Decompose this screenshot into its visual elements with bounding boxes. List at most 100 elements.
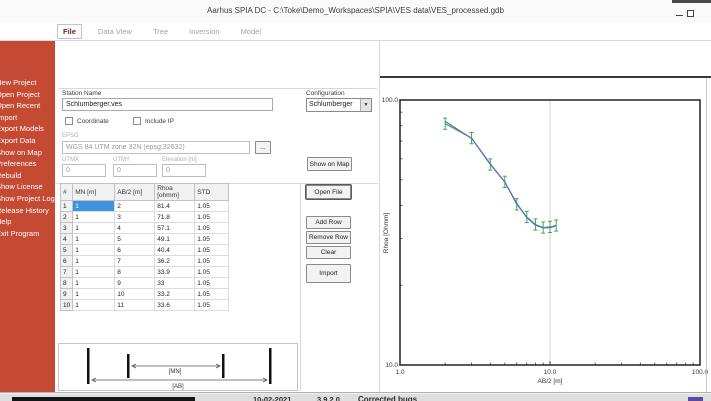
ab-arrow: [91, 377, 268, 383]
sidebar-item-release-history[interactable]: Release History: [0, 205, 55, 217]
table-cell[interactable]: 33.2: [154, 288, 196, 300]
row-header[interactable]: 10: [59, 299, 74, 311]
configuration-value: Schlumberger: [309, 101, 353, 108]
row-header[interactable]: 2: [59, 211, 74, 223]
tab-tree[interactable]: Tree: [148, 25, 173, 38]
table-cell[interactable]: 11: [114, 299, 156, 311]
table-cell[interactable]: 7: [114, 255, 156, 267]
sidebar-item-export-data[interactable]: Export Data: [0, 135, 55, 147]
table-cell[interactable]: 71.8: [154, 211, 196, 223]
row-header[interactable]: 6: [59, 255, 74, 267]
remove-row-button[interactable]: Remove Row: [306, 231, 351, 244]
table-cell[interactable]: 1.05: [194, 299, 230, 311]
sidebar-item-export-models[interactable]: Export Models: [0, 123, 55, 135]
table-cell[interactable]: 6: [114, 244, 156, 256]
measurement-table[interactable]: # MN [m] AB/2 [m] Rhoa [ohmm] STD 1 1 2 81.4 1.05…: [59, 183, 230, 311]
sidebar-item-show-license[interactable]: Show License: [0, 181, 55, 193]
chevron-down-icon[interactable]: ▼: [360, 99, 371, 111]
chart-panel-right-border: [706, 78, 707, 392]
sidebar-item-exit-program[interactable]: Exit Program: [0, 228, 55, 240]
table-cell[interactable]: 1.05: [194, 211, 230, 223]
table-cell[interactable]: 40.4: [154, 244, 196, 256]
taskbar-fragment: [12, 397, 195, 401]
epsg-browse-button[interactable]: ...: [255, 141, 271, 154]
row-header[interactable]: 4: [59, 233, 74, 245]
sidebar-item-new-project[interactable]: New Project: [0, 77, 55, 89]
table-cell[interactable]: 1.05: [194, 222, 230, 234]
x-tick-label: 1.0: [395, 369, 404, 376]
electrode-m-bar: [127, 354, 130, 378]
table-cell[interactable]: 1: [72, 244, 116, 256]
table-cell[interactable]: 1: [72, 299, 116, 311]
table-cell[interactable]: 1: [72, 211, 116, 223]
table-row: 2 1 3 71.8 1.05: [59, 211, 230, 223]
station-name-input[interactable]: [62, 98, 273, 111]
table-cell[interactable]: 36.2: [154, 255, 196, 267]
row-header[interactable]: 8: [59, 277, 74, 289]
sidebar-item-rebuild[interactable]: Rebuild: [0, 170, 55, 182]
import-button[interactable]: Import: [306, 264, 351, 283]
table-cell[interactable]: 33.9: [154, 266, 196, 278]
table-cell[interactable]: 33: [154, 277, 196, 289]
table-cell[interactable]: 1: [72, 288, 116, 300]
electrode-n-bar: [222, 354, 225, 378]
row-header[interactable]: 9: [59, 288, 74, 300]
mn-arrow: [131, 363, 221, 369]
maximize-icon[interactable]: [687, 10, 694, 17]
row-header[interactable]: 7: [59, 266, 74, 278]
tab-inversion[interactable]: Inversion: [184, 25, 224, 38]
table-cell[interactable]: 2: [114, 200, 156, 212]
table-cell[interactable]: 10: [114, 288, 156, 300]
table-cell[interactable]: 33.6: [154, 299, 196, 311]
table-cell[interactable]: 1.05: [194, 233, 230, 245]
form-group-top-border: [58, 88, 377, 89]
table-cell[interactable]: 57.1: [154, 222, 196, 234]
clear-button[interactable]: Clear: [306, 246, 351, 259]
table-row: 7 1 8 33.9 1.05: [59, 266, 230, 278]
table-cell[interactable]: 1.05: [194, 255, 230, 267]
table-cell[interactable]: 1: [72, 255, 116, 267]
sidebar-item-show-on-map[interactable]: Show on Map: [0, 147, 55, 159]
table-cell[interactable]: 9: [114, 277, 156, 289]
tab-file[interactable]: File: [57, 23, 82, 39]
table-cell[interactable]: 1.05: [194, 266, 230, 278]
table-cell[interactable]: 1: [72, 200, 116, 212]
table-cell[interactable]: 1: [72, 277, 116, 289]
sidebar-item-show-project-log[interactable]: Show Project Log: [0, 193, 55, 205]
tab-model[interactable]: Model: [236, 25, 266, 38]
table-cell[interactable]: 1.05: [194, 288, 230, 300]
table-row: 8 1 9 33 1.05: [59, 277, 230, 289]
background-window-edge: [672, 0, 711, 3]
row-header[interactable]: 5: [59, 244, 74, 256]
add-row-button[interactable]: Add Row: [306, 216, 351, 229]
sidebar-item-help[interactable]: Help: [0, 216, 55, 228]
table-cell[interactable]: 1: [72, 266, 116, 278]
configuration-select[interactable]: Schlumberger ▼: [306, 98, 372, 112]
minimize-icon[interactable]: [676, 15, 683, 16]
open-file-button[interactable]: Open File: [306, 185, 351, 199]
elevation-input: [162, 164, 206, 177]
table-buttons-divider: [300, 183, 301, 391]
table-cell[interactable]: 1.05: [194, 244, 230, 256]
include-ip-checkbox[interactable]: [133, 117, 141, 125]
table-cell[interactable]: 1: [72, 233, 116, 245]
table-cell[interactable]: 49.1: [154, 233, 196, 245]
row-header[interactable]: 1: [59, 200, 74, 212]
table-cell[interactable]: 5: [114, 233, 156, 245]
electrode-array-diagram: [MN] [AB]: [58, 343, 298, 391]
row-header[interactable]: 3: [59, 222, 74, 234]
table-cell[interactable]: 81.4: [154, 200, 196, 212]
table-cell[interactable]: 8: [114, 266, 156, 278]
sidebar-item-open-recent[interactable]: Open Recent: [0, 100, 55, 112]
table-cell[interactable]: 3: [114, 211, 156, 223]
tab-data-view[interactable]: Data View: [93, 25, 137, 38]
sidebar-item-import[interactable]: Import: [0, 112, 55, 124]
table-cell[interactable]: 1: [72, 222, 116, 234]
table-cell[interactable]: 1.05: [194, 200, 230, 212]
table-cell[interactable]: 1.05: [194, 277, 230, 289]
sidebar-item-preferences[interactable]: Preferences: [0, 158, 55, 170]
sidebar-item-open-project[interactable]: Open Project: [0, 89, 55, 101]
coordinate-checkbox[interactable]: [65, 117, 73, 125]
show-on-map-button[interactable]: Show on Map: [307, 157, 352, 171]
table-cell[interactable]: 4: [114, 222, 156, 234]
